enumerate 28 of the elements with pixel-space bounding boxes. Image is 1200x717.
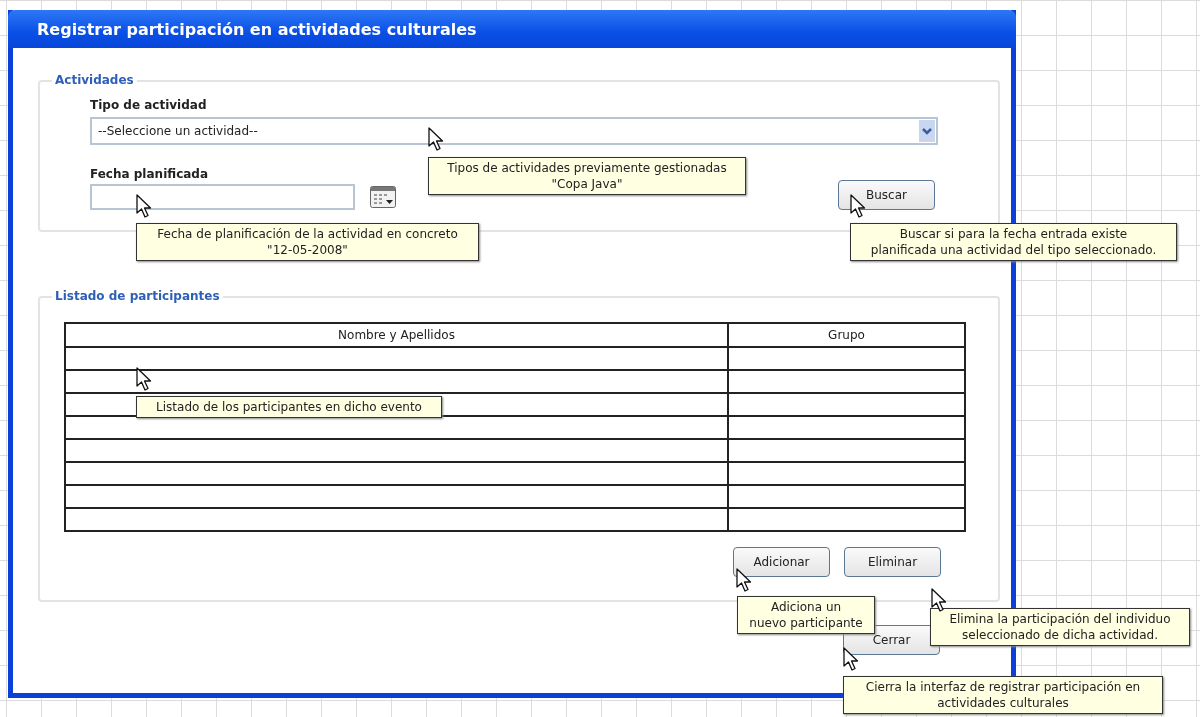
pointer-cursor-icon — [428, 127, 446, 152]
calendar-icon[interactable] — [370, 186, 396, 208]
annotation-note: Elimina la participación del individuo seleccionado de dicha actividad. — [930, 608, 1190, 646]
section-legend: Listado de participantes — [52, 289, 223, 303]
field-label: Fecha planificada — [90, 167, 209, 181]
search-button[interactable]: Buscar — [838, 180, 935, 210]
pointer-cursor-icon — [931, 588, 949, 613]
pointer-cursor-icon — [136, 194, 154, 219]
annotation-note: Fecha de planificación de la actividad en concreto "12-05-2008" — [136, 223, 479, 261]
chevron-down-icon — [919, 120, 935, 142]
column-header: Nombre y Apellidos — [65, 323, 728, 347]
annotation-note: Buscar si para la fecha entrada existe planificada una actividad del tipo seleccionado. — [850, 223, 1177, 261]
pointer-cursor-icon — [136, 367, 154, 392]
pointer-cursor-icon — [843, 647, 861, 672]
date-field[interactable] — [90, 184, 355, 210]
add-button[interactable]: Adicionar — [733, 547, 830, 577]
delete-button[interactable]: Eliminar — [844, 547, 941, 577]
section-legend: Actividades — [52, 73, 137, 87]
annotation-note: Cierra la interfaz de registrar participación en actividades culturales — [843, 676, 1163, 714]
pointer-cursor-icon — [736, 568, 754, 593]
pointer-cursor-icon — [850, 194, 868, 219]
annotation-note: Adiciona un nuevo participante — [737, 596, 875, 634]
activity-type-dropdown[interactable]: --Seleccione un actividad-- — [90, 117, 938, 145]
annotation-note: Tipos de actividades previamente gestionadas "Copa Java" — [428, 157, 746, 195]
window-title: Registrar participación en actividades culturales — [37, 19, 477, 39]
column-header: Grupo — [728, 323, 965, 347]
annotation-note: Listado de los participantes en dicho evento — [136, 396, 442, 418]
field-label: Tipo de actividad — [90, 98, 207, 112]
